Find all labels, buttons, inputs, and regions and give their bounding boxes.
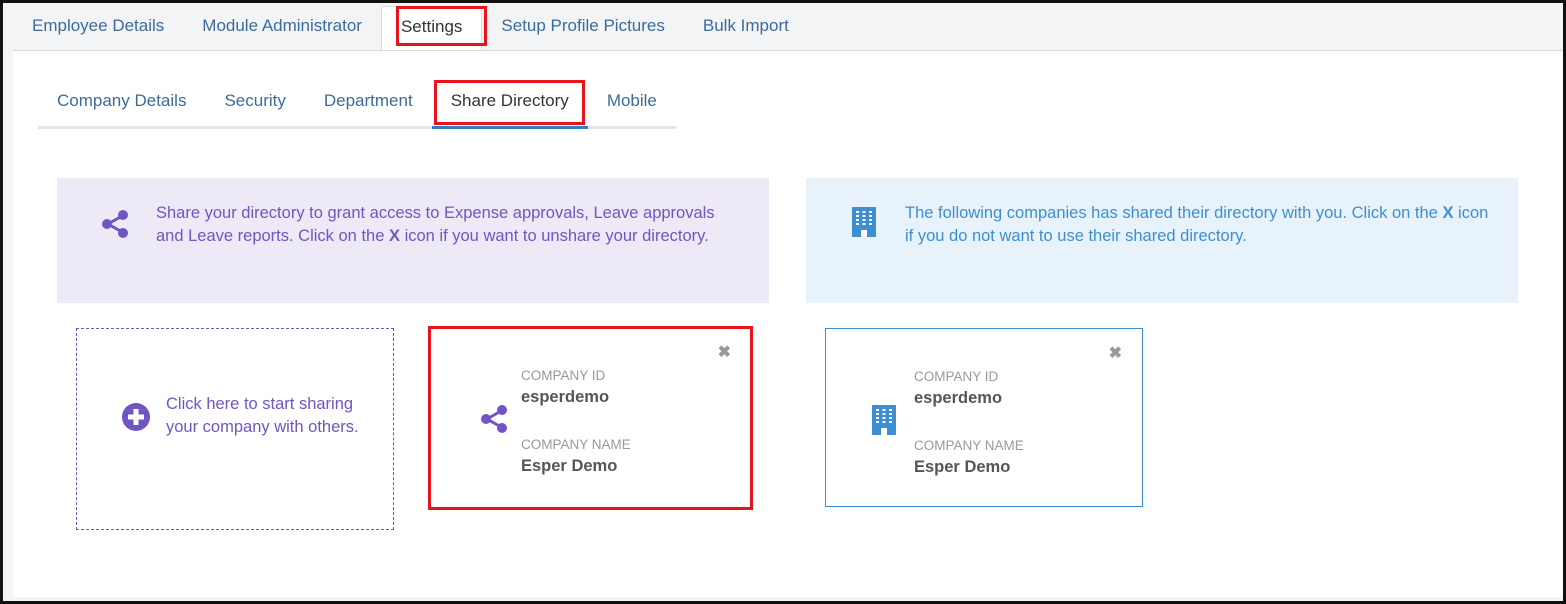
tab-bulk-import[interactable]: Bulk Import [684, 6, 808, 50]
tab-setup-profile-pictures[interactable]: Setup Profile Pictures [482, 6, 683, 50]
tab-label: Employee Details [32, 16, 165, 35]
tab-settings[interactable]: Settings [380, 6, 483, 51]
tab-label: Bulk Import [702, 16, 789, 35]
company-id-label: COMPANY ID [914, 369, 999, 384]
tab-label: Security [224, 91, 286, 110]
share-info-text: Share your directory to grant access to … [156, 202, 716, 248]
company-name-value: Esper Demo [521, 457, 618, 475]
close-icon[interactable]: ✖ [1109, 343, 1122, 363]
share-icon [481, 405, 507, 433]
start-sharing-card[interactable]: Click here to start sharing your company… [76, 328, 394, 530]
tab-mobile[interactable]: Mobile [588, 79, 676, 126]
company-id-label: COMPANY ID [521, 368, 606, 383]
building-icon [852, 207, 876, 237]
tab-label: Share Directory [450, 91, 569, 110]
x-marker: X [1442, 204, 1454, 222]
received-directory-card: ✖ COMPANY ID esperdemo COMPANY NAME Espe… [825, 328, 1143, 507]
share-info-text-part: icon if you want to unshare your directo… [399, 227, 709, 245]
tab-label: Settings [400, 17, 463, 36]
tab-label: Company Details [57, 91, 187, 110]
company-name-label: COMPANY NAME [914, 438, 1024, 453]
company-id-value: esperdemo [521, 388, 610, 406]
tab-department[interactable]: Department [305, 79, 432, 126]
tab-security[interactable]: Security [205, 79, 304, 126]
share-info-banner: Share your directory to grant access to … [57, 178, 769, 303]
company-name-value: Esper Demo [914, 458, 1011, 476]
start-sharing-text: Click here to start sharing your company… [166, 395, 359, 436]
sub-tab-bar: Company Details Security Department Shar… [38, 79, 676, 129]
tab-label: Setup Profile Pictures [501, 16, 665, 35]
settings-panel: Company Details Security Department Shar… [13, 50, 1563, 597]
tab-company-details[interactable]: Company Details [38, 79, 205, 126]
tab-label: Module Administrator [202, 16, 362, 35]
tab-employee-details[interactable]: Employee Details [13, 6, 183, 50]
top-tab-bar: Employee Details Module Administrator Se… [13, 6, 808, 51]
share-icon [102, 210, 128, 238]
tab-label: Department [323, 91, 413, 110]
company-id-value: esperdemo [914, 389, 1003, 407]
app-frame: Employee Details Module Administrator Se… [0, 0, 1566, 604]
tab-label: Mobile [606, 91, 657, 110]
shared-info-banner: The following companies has shared their… [806, 178, 1518, 303]
shared-company-card: ✖ COMPANY ID esperdemo COMPANY NAME Espe… [433, 328, 751, 507]
shared-info-text-part: The following companies has shared their… [905, 204, 1443, 222]
tab-module-administrator[interactable]: Module Administrator [183, 6, 381, 50]
tab-share-directory[interactable]: Share Directory [431, 79, 588, 129]
plus-circle-icon [122, 403, 150, 431]
close-icon[interactable]: ✖ [718, 342, 731, 362]
shared-info-text: The following companies has shared their… [905, 202, 1495, 248]
x-marker: X [388, 227, 400, 245]
company-name-label: COMPANY NAME [521, 437, 631, 452]
building-icon [872, 405, 896, 435]
